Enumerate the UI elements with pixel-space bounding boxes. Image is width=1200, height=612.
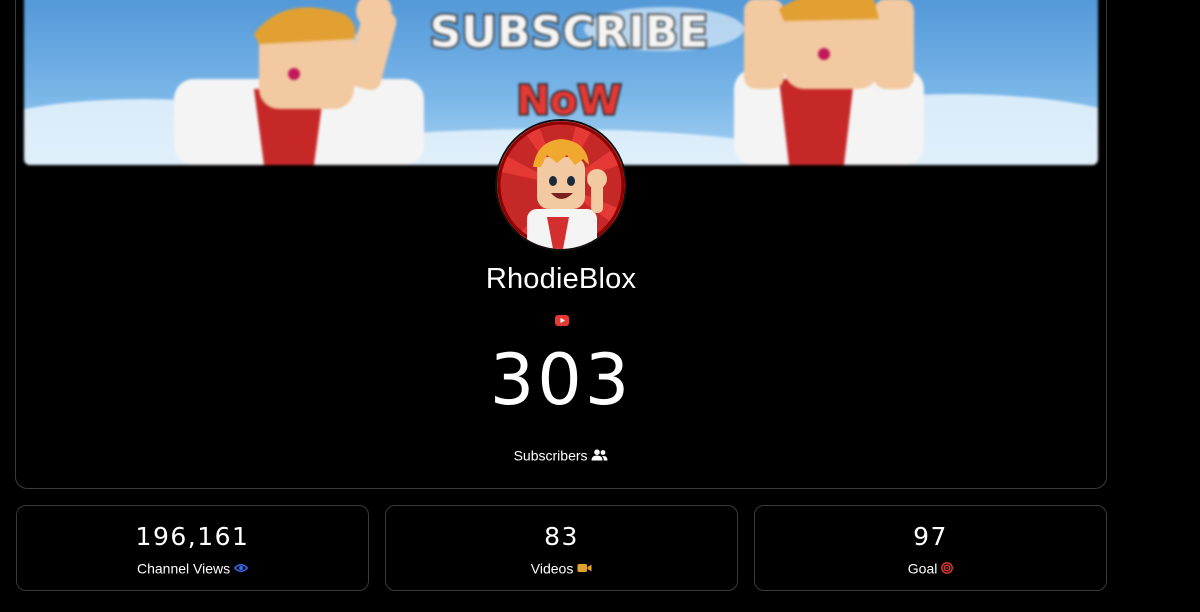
videos-label-row: Videos bbox=[386, 559, 737, 576]
stat-card-videos: 83 Videos bbox=[385, 505, 738, 591]
banner-headline: SUBSCRIBE bbox=[430, 7, 709, 58]
eye-icon bbox=[233, 564, 249, 573]
goal-label-row: Goal bbox=[755, 559, 1106, 576]
channel-avatar[interactable] bbox=[497, 121, 625, 249]
subscribers-label: Subscribers bbox=[513, 447, 588, 464]
channel-views-label-row: Channel Views bbox=[17, 559, 368, 576]
videos-label: Videos bbox=[530, 560, 574, 577]
stat-card-goal: 97 Goal bbox=[754, 505, 1107, 591]
subscriber-count: 303 bbox=[489, 339, 633, 421]
banner-subline: NoW bbox=[516, 78, 621, 124]
youtube-icon[interactable] bbox=[555, 315, 569, 326]
stat-card-channel-views: 196,161 Channel Views bbox=[16, 505, 369, 591]
target-icon bbox=[941, 562, 954, 575]
video-camera-icon bbox=[577, 564, 592, 573]
subscribers-label-row: Subscribers bbox=[16, 446, 1106, 463]
users-icon bbox=[591, 449, 608, 461]
channel-views-label: Channel Views bbox=[136, 560, 231, 577]
channel-name[interactable]: RhodieBlox bbox=[16, 263, 1106, 296]
videos-value: 83 bbox=[544, 522, 579, 551]
goal-label: Goal bbox=[907, 560, 938, 577]
goal-value: 97 bbox=[913, 522, 948, 551]
channel-card: SUBSCRIBE NoW RhodieBlox 303 Subscribers bbox=[15, 0, 1107, 489]
channel-views-value: 196,161 bbox=[135, 522, 250, 551]
